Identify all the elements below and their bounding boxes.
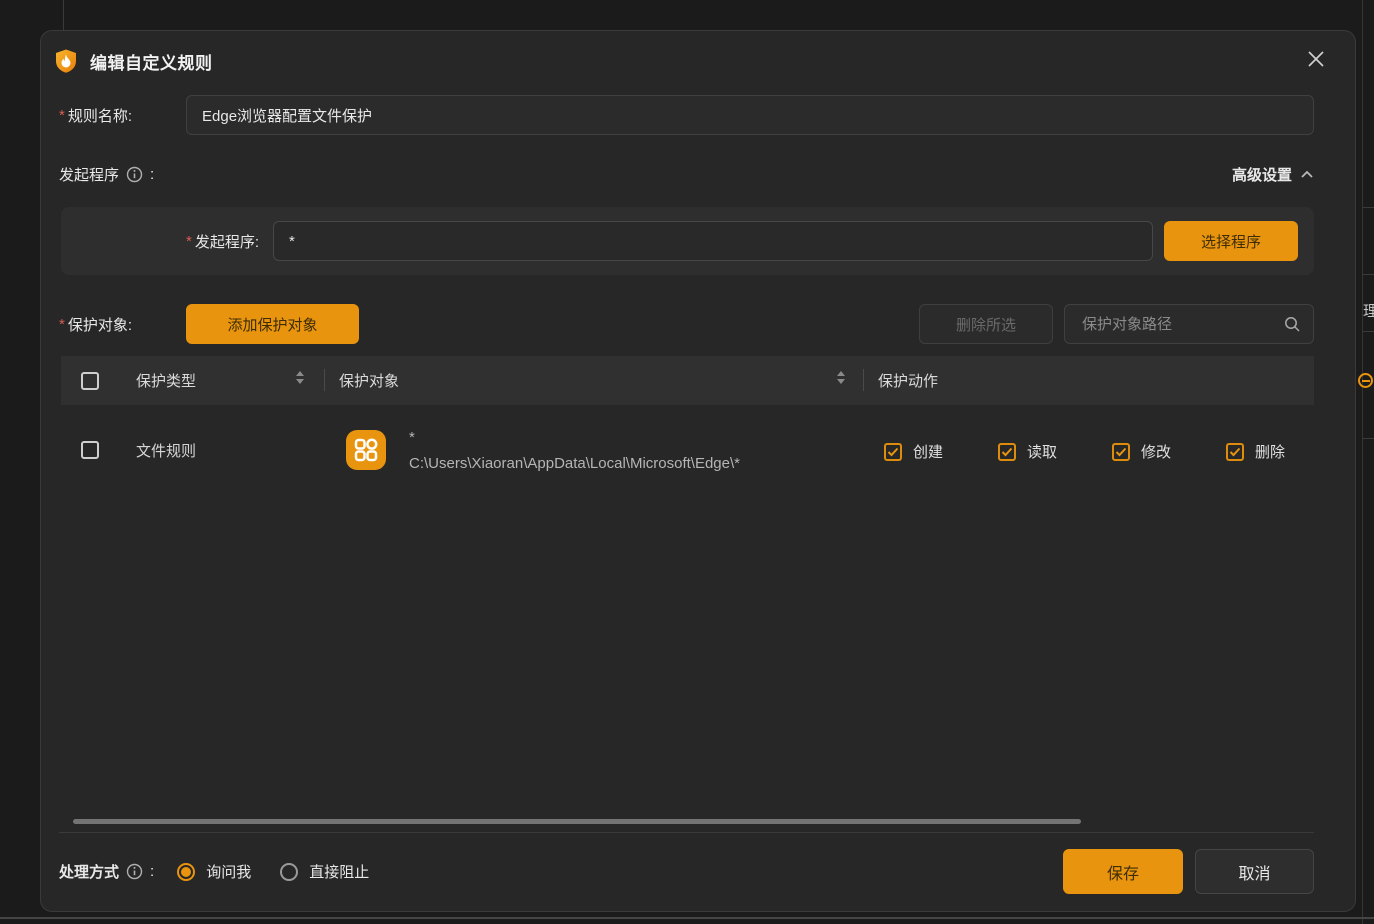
- file-rule-app-icon: [346, 430, 386, 470]
- initiator-program-input[interactable]: [273, 221, 1153, 261]
- advanced-settings-toggle[interactable]: 高级设置: [1232, 157, 1314, 191]
- close-icon[interactable]: [1303, 46, 1329, 72]
- select-all-checkbox[interactable]: [81, 372, 99, 390]
- handling-label: 处理方式: [59, 861, 119, 882]
- chevron-up-icon: [1300, 169, 1314, 179]
- column-header-object[interactable]: 保护对象: [339, 370, 399, 391]
- background-divider: [1363, 438, 1374, 439]
- row-checkbox[interactable]: [81, 441, 99, 459]
- column-header-action: 保护动作: [878, 370, 938, 391]
- checked-checkbox-icon[interactable]: [998, 443, 1016, 461]
- background-divider: [1363, 331, 1374, 332]
- info-icon: [126, 863, 143, 880]
- radio-selected-icon[interactable]: [177, 863, 195, 881]
- initiator-panel: * 发起程序: 选择程序: [61, 207, 1314, 275]
- add-protect-object-button[interactable]: 添加保护对象: [186, 304, 359, 344]
- horizontal-scrollbar-thumb[interactable]: [73, 819, 1081, 824]
- column-header-type[interactable]: 保护类型: [136, 370, 196, 391]
- action-read[interactable]: 读取: [998, 441, 1057, 462]
- initiator-field-label: * 发起程序:: [186, 207, 259, 275]
- delete-selected-button[interactable]: 删除所选: [919, 304, 1053, 344]
- background-divider: [1363, 274, 1374, 275]
- protect-search-box[interactable]: [1064, 304, 1314, 344]
- protect-search-input[interactable]: [1080, 315, 1284, 334]
- cancel-button[interactable]: 取消: [1195, 849, 1314, 894]
- dialog-titlebar: 编辑自定义规则: [53, 39, 213, 83]
- screen: 理 编辑自定义规则 * 规则名称:: [0, 0, 1374, 924]
- background-partial-text: 理: [1363, 300, 1374, 321]
- rule-name-input[interactable]: [186, 95, 1314, 135]
- checked-checkbox-icon[interactable]: [1112, 443, 1130, 461]
- rule-name-label: * 规则名称:: [59, 95, 132, 135]
- select-program-button[interactable]: 选择程序: [1164, 221, 1298, 261]
- checked-checkbox-icon[interactable]: [884, 443, 902, 461]
- sort-icon[interactable]: [837, 371, 845, 384]
- background-divider: [1363, 207, 1374, 208]
- initiator-section-row: 发起程序 : 高级设置: [41, 157, 1357, 191]
- sort-icon[interactable]: [296, 371, 304, 384]
- table-row: 文件规则 * C:\Users\Xiaoran\AppData\Local\Mi…: [61, 405, 1314, 496]
- dialog-footer: 处理方式 : 询问我 直接阻止 保存 取消: [41, 849, 1357, 894]
- table-header: 保护类型 保护对象 保护动作: [61, 356, 1314, 405]
- save-button[interactable]: 保存: [1063, 849, 1183, 894]
- protect-toolbar: * 保护对象: 添加保护对象 删除所选: [41, 304, 1357, 344]
- radio-unselected-icon[interactable]: [280, 863, 298, 881]
- background-window-edge: [0, 917, 1374, 919]
- footer-divider: [59, 832, 1314, 833]
- dialog-title: 编辑自定义规则: [90, 49, 213, 74]
- background-divider: [63, 0, 64, 30]
- shield-flame-icon: [53, 48, 79, 74]
- protect-label: * 保护对象:: [59, 304, 132, 344]
- radio-block-directly[interactable]: 直接阻止: [280, 861, 369, 882]
- radio-ask-me[interactable]: 询问我: [177, 861, 251, 882]
- edit-rule-dialog: 编辑自定义规则 * 规则名称: 发起程序 :: [40, 30, 1356, 912]
- action-create[interactable]: 创建: [884, 441, 943, 462]
- checked-checkbox-icon[interactable]: [1226, 443, 1244, 461]
- protect-objects-table: 保护类型 保护对象 保护动作 文件规则: [61, 356, 1314, 496]
- row-object-path: * C:\Users\Xiaoran\AppData\Local\Microso…: [409, 425, 740, 477]
- search-icon: [1284, 316, 1301, 333]
- info-icon: [126, 166, 143, 183]
- action-modify[interactable]: 修改: [1112, 441, 1171, 462]
- row-type: 文件规则: [136, 405, 196, 496]
- initiator-section-label: 发起程序 :: [59, 157, 154, 191]
- action-delete[interactable]: 删除: [1226, 441, 1285, 462]
- rule-name-row: * 规则名称:: [41, 95, 1357, 135]
- background-status-icon: [1358, 373, 1373, 388]
- background-divider: [1362, 0, 1363, 924]
